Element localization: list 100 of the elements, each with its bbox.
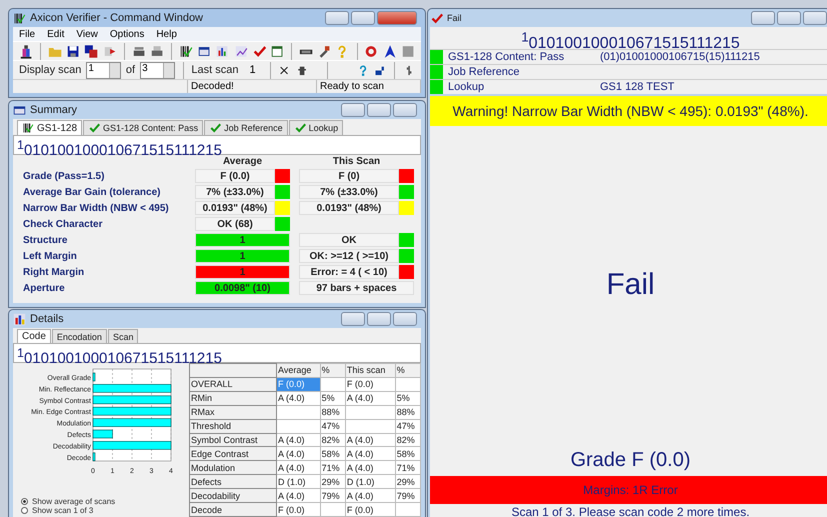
tab[interactable]: GS1-128 xyxy=(17,120,82,135)
table-cell xyxy=(345,405,396,420)
table-cell: A (4.0) xyxy=(345,488,396,503)
table-cell: 82% xyxy=(395,433,420,447)
row-header: RMin xyxy=(190,391,276,406)
value-field: OK: >=12 ( >=10) xyxy=(299,249,399,263)
arrow-icon[interactable] xyxy=(382,44,397,58)
table-cell: A (4.0) xyxy=(345,433,396,447)
value-field: 0.0193" (48%) xyxy=(299,201,399,215)
menu-item[interactable]: Options xyxy=(110,28,144,40)
minimize-button[interactable] xyxy=(341,103,365,117)
column-header: Average xyxy=(222,156,264,167)
value-field: OK xyxy=(299,233,399,247)
row-label: Grade (Pass=1.5) xyxy=(23,170,106,182)
tab[interactable]: Scan xyxy=(108,329,138,343)
maximize-button[interactable] xyxy=(777,11,801,25)
barcode-icon[interactable] xyxy=(179,44,194,58)
tab[interactable]: Encodation xyxy=(52,329,107,343)
menu-item[interactable]: Edit xyxy=(47,28,64,40)
table-cell: F (0.0) xyxy=(345,377,396,392)
save-all-icon[interactable] xyxy=(84,44,99,58)
table-cell: 88% xyxy=(395,405,420,420)
table-cell: 58% xyxy=(395,446,420,461)
barcode-data: $^{1}$010100100010671515111215 xyxy=(13,135,421,155)
radio-option[interactable]: Show scan 1 of 3 xyxy=(21,506,179,515)
menu-item[interactable]: File xyxy=(19,28,36,40)
column-header: % xyxy=(320,364,346,378)
table-cell: 71% xyxy=(320,460,346,475)
tools-icon[interactable] xyxy=(317,44,332,58)
table-cell: 47% xyxy=(320,419,346,434)
figure-icon[interactable] xyxy=(19,44,34,58)
table-cell: 79% xyxy=(395,488,420,503)
table-cell: 82% xyxy=(320,433,346,447)
row-label: Narrow Bar Width (NBW < 495) xyxy=(23,202,170,214)
row-label: Structure xyxy=(23,234,68,246)
checkmark-icon[interactable] xyxy=(252,44,266,58)
window-title: Fail xyxy=(447,13,462,23)
tab[interactable]: Code xyxy=(17,329,51,343)
value-field: 1 xyxy=(195,233,290,247)
column-header: This Scan xyxy=(332,156,382,167)
window-title: Summary xyxy=(30,104,78,116)
check-label: GS1-128 Content: Pass xyxy=(448,51,566,63)
column-header: % xyxy=(395,364,420,378)
tab[interactable]: Lookup xyxy=(288,120,344,135)
barcode-data: $^{1}$010100100010671515111215 xyxy=(430,27,827,49)
table-cell: A (4.0) xyxy=(345,460,396,475)
table-cell: 79% xyxy=(320,488,346,503)
close-button[interactable] xyxy=(393,103,417,117)
last-scan-label: Last scan xyxy=(191,64,238,76)
column-header: This scan xyxy=(345,364,396,378)
table-cell: A (4.0) xyxy=(276,433,320,447)
check-label: Job Reference xyxy=(448,66,521,78)
menu-item[interactable]: View xyxy=(76,28,98,40)
status-text: Decoded! xyxy=(188,80,317,93)
table-cell: 29% xyxy=(395,474,420,489)
maximize-button[interactable] xyxy=(351,11,375,25)
grade-bar xyxy=(92,430,113,438)
line-chart-icon[interactable] xyxy=(234,44,248,58)
window-title: Axicon Verifier - Command Window xyxy=(30,12,204,24)
tab[interactable]: Job Reference xyxy=(204,120,288,135)
table-cell: 71% xyxy=(395,460,420,475)
column-header: Average xyxy=(276,364,320,378)
value-field: 0.0098" (10) xyxy=(195,281,290,295)
value-field: 0.0193" (48%) xyxy=(195,201,275,215)
barcode-data: $^{1}$010100100010671515111215 xyxy=(13,343,421,363)
scan-count-spinner[interactable]: 3 xyxy=(140,62,175,78)
power-icon[interactable] xyxy=(364,44,379,58)
table-icon[interactable] xyxy=(270,44,284,58)
bar-chart-icon[interactable] xyxy=(215,44,230,58)
minimize-button[interactable] xyxy=(325,11,349,25)
menu-item[interactable]: Help xyxy=(156,28,177,40)
printer-icon[interactable] xyxy=(150,44,164,58)
row-header: Decodability xyxy=(190,488,276,503)
scan-spinner[interactable]: 1 xyxy=(86,62,121,78)
minimize-button[interactable] xyxy=(341,312,365,326)
maximize-button[interactable] xyxy=(367,103,391,117)
row-label: Average Bar Gain (tolerance) xyxy=(23,186,162,198)
row-label: Left Margin xyxy=(23,250,78,262)
table-cell: F (0.0) xyxy=(276,502,320,516)
table-cell: A (4.0) xyxy=(276,446,320,461)
table-cell: D (1.0) xyxy=(345,474,396,489)
table-cell: A (4.0) xyxy=(345,446,396,461)
minimize-button[interactable] xyxy=(751,11,775,25)
status-text: Ready to scan xyxy=(317,80,421,93)
tab[interactable]: GS1-128 Content: Pass xyxy=(83,120,204,135)
scan-message: Scan 1 of 3. Please scan code 2 more times. xyxy=(430,504,827,517)
maximize-button[interactable] xyxy=(367,312,391,326)
app-icon xyxy=(13,12,26,24)
window-icon xyxy=(13,104,26,116)
save-icon[interactable] xyxy=(66,44,80,58)
close-button[interactable] xyxy=(803,11,827,25)
table-cell: 29% xyxy=(320,474,346,489)
value-field: 7% (±33.0%) xyxy=(195,185,275,199)
result-text: Fail xyxy=(606,268,655,302)
display-scan-label: Display scan xyxy=(19,64,82,76)
table-cell: 47% xyxy=(395,419,420,434)
table-cell: A (4.0) xyxy=(276,488,320,503)
radio-option[interactable]: Show average of scans xyxy=(21,497,179,506)
close-button[interactable] xyxy=(393,312,417,326)
check-value: GS1 128 TEST xyxy=(600,81,674,93)
